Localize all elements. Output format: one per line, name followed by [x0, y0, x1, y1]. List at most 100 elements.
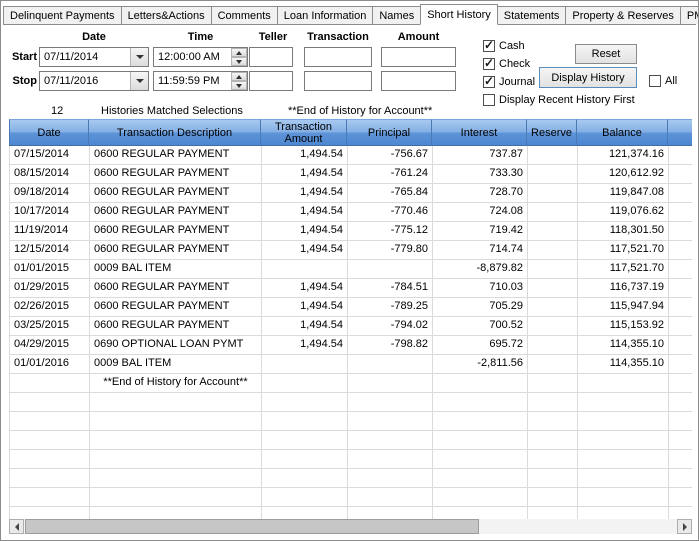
display-history-button[interactable]: Display History — [539, 67, 637, 88]
tab-letters-actions[interactable]: Letters&Actions — [120, 6, 212, 24]
tab-statements[interactable]: Statements — [496, 6, 567, 24]
cell: 114,355.10 — [578, 336, 669, 355]
cell-filler — [669, 469, 692, 488]
stop-time-spinner[interactable]: 11:59:59 PM — [153, 71, 248, 91]
cell — [528, 355, 578, 374]
spin-up-icon[interactable] — [231, 72, 247, 81]
cell: 12/15/2014 — [10, 241, 90, 260]
tab-property-reserves[interactable]: Property & Reserves — [565, 6, 681, 24]
table-row[interactable]: 09/18/2014 0600 REGULAR PAYMENT 1,494.54 -7… — [10, 184, 692, 203]
table-row[interactable] — [10, 450, 692, 469]
column-header-date[interactable]: Date — [9, 119, 89, 146]
tab-names[interactable]: Names — [372, 6, 422, 24]
start-amount-input[interactable] — [381, 47, 456, 67]
cell-filler — [669, 336, 692, 355]
cell — [90, 431, 262, 450]
checkbox-box — [483, 94, 495, 106]
table-row[interactable]: 08/15/2014 0600 REGULAR PAYMENT 1,494.54 -7… — [10, 165, 692, 184]
tab-short-history[interactable]: Short History — [420, 4, 498, 25]
tab-delinquent-payments[interactable]: Delinquent Payments — [3, 6, 122, 24]
spin-down-icon[interactable] — [231, 57, 247, 66]
stop-transaction-input[interactable] — [304, 71, 372, 91]
table-row[interactable]: 11/19/2014 0600 REGULAR PAYMENT 1,494.54 -7… — [10, 222, 692, 241]
scroll-right-icon[interactable] — [677, 519, 692, 534]
spin-down-icon[interactable] — [231, 81, 247, 90]
cell — [90, 488, 262, 507]
cell: 11/19/2014 — [10, 222, 90, 241]
stop-amount-input[interactable] — [381, 71, 456, 91]
check-checkbox[interactable]: Check — [483, 56, 530, 71]
scroll-left-icon[interactable] — [9, 519, 24, 534]
tab-comments[interactable]: Comments — [210, 6, 278, 24]
cell: 120,612.92 — [578, 165, 669, 184]
table-row[interactable]: 12/15/2014 0600 REGULAR PAYMENT 1,494.54 -7… — [10, 241, 692, 260]
cell: 04/29/2015 — [10, 336, 90, 355]
start-time-spinner[interactable]: 12:00:00 AM — [153, 47, 248, 67]
table-row[interactable] — [10, 488, 692, 507]
cell — [528, 298, 578, 317]
filter-header-date: Date — [82, 31, 106, 43]
reset-button[interactable]: Reset — [575, 44, 637, 64]
table-row[interactable]: 01/29/2015 0600 REGULAR PAYMENT 1,494.54 -7… — [10, 279, 692, 298]
stop-teller-input[interactable] — [249, 71, 293, 91]
cell — [433, 393, 528, 412]
filter-header-amount: Amount — [397, 31, 440, 43]
cell-filler — [669, 241, 692, 260]
cell — [433, 469, 528, 488]
cell — [262, 374, 348, 393]
start-date-combobox[interactable]: 07/11/2014 — [39, 47, 149, 67]
tab-pmi[interactable]: PMI — [679, 6, 698, 24]
table-row[interactable] — [10, 431, 692, 450]
recent-history-first-checkbox[interactable]: Display Recent History First — [483, 93, 635, 107]
horizontal-scrollbar[interactable] — [9, 519, 692, 534]
cell: 10/17/2014 — [10, 203, 90, 222]
table-row[interactable]: 04/29/2015 0690 OPTIONAL LOAN PYMT 1,494.5… — [10, 336, 692, 355]
table-row[interactable]: 10/17/2014 0600 REGULAR PAYMENT 1,494.54 -7… — [10, 203, 692, 222]
cash-checkbox[interactable]: Cash — [483, 38, 525, 53]
table-row[interactable] — [10, 469, 692, 488]
cell — [528, 450, 578, 469]
cell: 07/15/2014 — [10, 146, 90, 165]
cell — [528, 336, 578, 355]
table-row[interactable]: 03/25/2015 0600 REGULAR PAYMENT 1,494.54 -7… — [10, 317, 692, 336]
cell — [10, 488, 90, 507]
column-header-principal[interactable]: Principal — [347, 119, 432, 146]
table-row[interactable] — [10, 412, 692, 431]
all-checkbox[interactable]: All — [649, 74, 677, 88]
column-header-balance[interactable]: Balance — [577, 119, 668, 146]
start-label: Start — [11, 51, 37, 63]
table-row[interactable]: **End of History for Account** — [10, 374, 692, 393]
column-header-transaction-amount[interactable]: Transaction Amount — [261, 119, 347, 146]
checkbox-box — [483, 74, 495, 88]
tab-loan-information[interactable]: Loan Information — [276, 6, 374, 24]
table-row[interactable]: 01/01/2015 0009 BAL ITEM -8,879.82 117,521.… — [10, 260, 692, 279]
cell: 1,494.54 — [262, 203, 348, 222]
cell — [348, 260, 433, 279]
table-row[interactable]: 01/01/2016 0009 BAL ITEM -2,811.56 114,355.… — [10, 355, 692, 374]
cell-filler — [669, 488, 692, 507]
start-teller-input[interactable] — [249, 47, 293, 67]
column-header-interest[interactable]: Interest — [432, 119, 527, 146]
table-row[interactable]: 07/15/2014 0600 REGULAR PAYMENT 1,494.54 -7… — [10, 146, 692, 165]
start-transaction-input[interactable] — [304, 47, 372, 67]
table-row[interactable] — [10, 507, 692, 519]
stop-date-combobox[interactable]: 07/11/2016 — [39, 71, 149, 91]
cell — [528, 469, 578, 488]
cell: -8,879.82 — [433, 260, 528, 279]
table-row[interactable] — [10, 393, 692, 412]
scrollbar-thumb[interactable] — [25, 519, 479, 534]
column-header-reserve[interactable]: Reserve — [527, 119, 577, 146]
cell: 03/25/2015 — [10, 317, 90, 336]
cell: -779.80 — [348, 241, 433, 260]
cell: -798.82 — [348, 336, 433, 355]
chevron-down-icon[interactable] — [130, 48, 148, 66]
table-row[interactable]: 02/26/2015 0600 REGULAR PAYMENT 1,494.54 -7… — [10, 298, 692, 317]
chevron-down-icon[interactable] — [130, 72, 148, 90]
cell — [528, 184, 578, 203]
journal-checkbox[interactable]: Journal — [483, 74, 535, 89]
column-header-transaction-description[interactable]: Transaction Description — [89, 119, 261, 146]
cell: 114,355.10 — [578, 355, 669, 374]
checkbox-box — [483, 38, 495, 52]
spin-up-icon[interactable] — [231, 48, 247, 57]
cell — [528, 241, 578, 260]
